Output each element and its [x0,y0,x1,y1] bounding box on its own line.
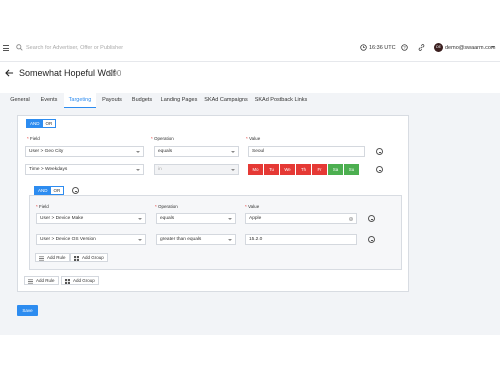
operation-label: * Operation [151,136,174,141]
link-icon[interactable] [418,44,425,51]
chevron-down-icon [136,151,140,153]
field-select[interactable]: User > Device OS Version [36,234,146,245]
list-icon [39,256,44,260]
day-th[interactable]: Th [296,164,311,175]
search-icon [16,44,23,51]
remove-rule-icon[interactable] [368,236,375,243]
grid-icon [74,255,79,261]
tab-skad-campaigns[interactable]: SKAd Campaigns [202,93,250,108]
remove-rule-icon[interactable] [376,166,383,173]
tab-budgets[interactable]: Budgets [128,93,156,108]
chevron-down-icon [228,239,232,241]
tab-targeting[interactable]: Targeting [64,93,96,108]
value-input[interactable]: Apple × [245,213,357,224]
tab-events[interactable]: Events [36,93,62,108]
day-mo[interactable]: Mo [248,164,263,175]
help-icon[interactable]: ? [401,44,408,51]
add-rule-button[interactable]: Add Rule [24,276,59,285]
save-button[interactable]: Save [17,305,38,316]
clear-icon[interactable]: × [348,216,353,221]
clock-icon [360,44,367,51]
chevron-down-icon [136,169,140,171]
current-time: 16:36 UTC [369,44,396,51]
value-label: * Value [246,136,261,141]
add-rule-button[interactable]: Add Rule [35,253,70,262]
back-arrow-icon[interactable] [5,69,14,77]
chevron-down-icon [138,239,142,241]
remove-rule-icon[interactable] [368,215,375,222]
page-id: 990 [108,69,122,78]
remove-group-icon[interactable] [72,187,79,194]
logic-toggle: AND OR [26,119,57,128]
chevron-down-icon [231,151,235,153]
tab-landing-pages[interactable]: Landing Pages [158,93,200,108]
weekday-picker: Mo Tu We Th Fr Sa Su [248,164,360,175]
field-label: * Field [36,204,49,209]
list-icon [28,279,33,283]
chevron-down-icon [231,169,235,171]
chevron-down-icon [138,218,142,220]
avatar[interactable]: DE [434,43,443,52]
operation-select[interactable]: equals [156,213,236,224]
add-group-button[interactable]: Add Group [61,276,99,285]
value-label: * Value [245,204,260,209]
day-sa[interactable]: Sa [328,164,343,175]
user-email[interactable]: demo@swaarm.com [445,45,496,51]
subgroup-logic-toggle: AND OR [34,186,65,195]
page-title: Somewhat Hopeful Wolf [19,68,116,78]
field-select[interactable]: User > Geo City [25,146,144,157]
day-we[interactable]: We [280,164,295,175]
grid-icon [65,278,70,284]
menu-icon[interactable] [3,45,9,51]
chevron-down-icon [228,218,232,220]
day-tu[interactable]: Tu [264,164,279,175]
value-input[interactable]: Seoul [248,146,365,157]
operation-label: * Operation [155,204,178,209]
operation-select[interactable]: equals [154,146,239,157]
or-button[interactable]: OR [50,187,64,194]
remove-rule-icon[interactable] [376,148,383,155]
tab-general[interactable]: General [6,93,34,108]
day-fr[interactable]: Fr [312,164,327,175]
and-button[interactable]: AND [27,120,43,127]
field-label: * Field [27,136,40,141]
day-su[interactable]: Su [344,164,359,175]
top-bar: 16:36 UTC ? DE demo@swaarm.com [0,36,500,62]
chevron-down-icon[interactable] [491,46,495,48]
or-button[interactable]: OR [42,120,56,127]
and-button[interactable]: AND [35,187,51,194]
search-input[interactable] [26,42,246,54]
field-select[interactable]: User > Device Make [36,213,146,224]
tab-bar: General Events Targeting Payouts Budgets… [0,93,500,108]
tab-skad-postback-links[interactable]: SKAd Postback Links [252,93,310,108]
svg-text:?: ? [403,45,406,50]
value-input[interactable]: 15.2.0 [245,234,357,245]
operation-select[interactable]: greater than equals [156,234,236,245]
operation-select: in [154,164,239,175]
add-group-button[interactable]: Add Group [70,253,108,262]
field-select[interactable]: Time > Weekdays [25,164,144,175]
tab-payouts[interactable]: Payouts [98,93,126,108]
